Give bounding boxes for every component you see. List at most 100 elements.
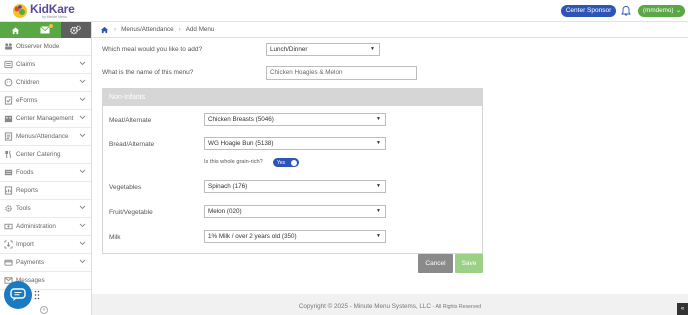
milk-select[interactable]: 1% Milk / over 2 years old (350) ▼ <box>204 230 386 243</box>
sidebar-item-label: Children <box>16 79 40 86</box>
sidebar-item-center-management[interactable]: Center Management <box>0 110 91 128</box>
breadcrumb-menus-attendance[interactable]: Menus/Attendance <box>121 26 174 33</box>
caret-down-icon: ▼ <box>376 208 381 214</box>
chat-button[interactable] <box>4 281 32 309</box>
sidebar-item-menus-attendance[interactable]: Menus/Attendance <box>0 128 91 146</box>
fruit-select-value: Melon (020) <box>208 208 242 215</box>
row-label-vegetables: Vegetables <box>109 184 142 191</box>
import-icon <box>4 240 13 249</box>
eforms-icon <box>4 96 13 105</box>
sidebar-item-label: Menus/Attendance <box>16 133 69 140</box>
menus-icon <box>4 132 13 141</box>
sidebar-item-label: Foods <box>16 169 34 176</box>
bread-select[interactable]: WG Hoagie Bun (5138) ▼ <box>204 137 386 150</box>
sidebar-item-administration[interactable]: Administration <box>0 218 91 236</box>
chevron-down-icon <box>79 259 86 264</box>
breadcrumb-add-menu: Add Menu <box>185 26 215 33</box>
chevron-down-icon <box>79 169 86 174</box>
claims-icon <box>4 60 13 69</box>
whole-grain-question: Is this whole grain-rich? <box>204 159 263 165</box>
sidebar-item-eforms[interactable]: eForms <box>0 92 91 110</box>
center-sponsor-button[interactable]: Center Sponsor <box>561 5 616 17</box>
non-infants-panel: Non-Infants Meat/Alternate Chicken Breas… <box>102 88 483 254</box>
brand-tagline: by Minute Menu <box>42 15 67 19</box>
sidebar-item-label: Tools <box>16 205 31 212</box>
footer-copyright: Copyright © 2025 - Minute Menu Systems, … <box>298 303 431 310</box>
footer: Copyright © 2025 - Minute Menu Systems, … <box>92 298 688 315</box>
payments-icon <box>4 259 13 266</box>
meat-select-value: Chicken Breasts (5046) <box>208 116 274 123</box>
home-tab[interactable] <box>0 22 31 38</box>
sidebar-item-children[interactable]: Children <box>0 74 91 92</box>
chevron-down-icon: ⌄ <box>675 8 681 14</box>
sidebar-item-label: Claims <box>16 61 36 68</box>
vegetables-select[interactable]: Spinach (176) ▼ <box>204 180 386 193</box>
panel-title: Non-Infants <box>103 89 482 106</box>
whole-grain-toggle[interactable]: Yes <box>273 158 299 167</box>
sidebar-nav: Observer Mode Claims Children eForms Center … <box>0 38 91 290</box>
user-name: (mmdemo) <box>643 7 674 14</box>
sidebar-item-payments[interactable]: Payments <box>0 254 91 272</box>
vegetables-select-value: Spinach (176) <box>208 183 248 190</box>
fruit-select[interactable]: Melon (020) ▼ <box>204 205 386 218</box>
chevron-down-icon <box>79 61 86 66</box>
chat-icon <box>10 288 26 301</box>
sidebar-item-label: Import <box>16 241 34 248</box>
cancel-button[interactable]: Cancel <box>418 254 453 273</box>
bell-icon[interactable] <box>620 5 632 17</box>
chevron-down-icon <box>79 133 86 138</box>
chevron-down-icon <box>79 241 86 246</box>
messages-tab[interactable] <box>30 22 61 38</box>
row-label-meat: Meat/Alternate <box>109 117 152 124</box>
children-icon <box>4 78 13 87</box>
milk-select-value: 1% Milk / over 2 years old (350) <box>208 233 297 240</box>
row-label-fruit: Fruit/Vegetable <box>109 209 153 216</box>
menu-name-input[interactable]: Chicken Hoagies & Melon <box>266 66 417 80</box>
sidebar-item-label: Center Management <box>16 115 74 122</box>
caret-down-icon: ▼ <box>376 116 381 122</box>
meal-select[interactable]: Lunch/Dinner ▼ <box>266 43 380 56</box>
logo-mark-icon <box>13 4 27 18</box>
sidebar-item-label: eForms <box>16 97 38 104</box>
top-bar: KidKare by Minute Menu Center Sponsor (m… <box>0 0 688 22</box>
meal-question-label: Which meal would you like to add? <box>102 46 203 53</box>
sidebar-item-label: Payments <box>16 259 44 266</box>
row-label-milk: Milk <box>109 234 121 241</box>
observer-icon <box>4 43 13 50</box>
home-breadcrumb-icon[interactable] <box>100 26 109 34</box>
sidebar-item-center-catering[interactable]: Center Catering <box>0 146 91 164</box>
collapse-sidebar-icon[interactable]: « <box>40 306 48 314</box>
sidebar-item-import[interactable]: Import <box>0 236 91 254</box>
kidkare-logo[interactable]: KidKare by Minute Menu <box>12 2 82 20</box>
sidebar-item-foods[interactable]: Foods <box>0 164 91 182</box>
sidebar-item-claims[interactable]: Claims <box>0 56 91 74</box>
meat-select[interactable]: Chicken Breasts (5046) ▼ <box>204 113 386 126</box>
caret-down-icon: ▼ <box>370 46 375 52</box>
row-label-bread: Bread/Alternate <box>109 141 155 148</box>
drag-handle-icon[interactable] <box>34 290 40 300</box>
bread-select-value: WG Hoagie Bun (5138) <box>208 140 274 147</box>
sidebar-item-reports[interactable]: Reports <box>0 182 91 200</box>
scroll-to-top-icon[interactable]: « <box>677 303 688 315</box>
save-button[interactable]: Save <box>455 254 483 273</box>
user-menu-button[interactable]: (mmdemo) ⌄ <box>638 5 685 17</box>
chevron-down-icon <box>79 115 86 120</box>
sidebar-tabs <box>0 22 91 38</box>
breadcrumb-separator: › <box>178 26 181 33</box>
meal-select-value: Lunch/Dinner <box>270 46 308 53</box>
foods-icon <box>4 169 13 176</box>
sidebar-item-tools[interactable]: Tools <box>0 200 91 218</box>
chevron-down-icon <box>79 79 86 84</box>
menu-name-label: What is the name of this menu? <box>102 69 194 76</box>
chevron-down-icon <box>79 205 86 210</box>
chevron-down-icon <box>79 97 86 102</box>
sidebar-item-observer-mode[interactable]: Observer Mode <box>0 38 91 56</box>
toggle-knob <box>291 160 297 166</box>
caret-down-icon: ▼ <box>376 233 381 239</box>
chevron-down-icon <box>79 223 86 228</box>
sidebar-item-label: Administration <box>16 223 56 230</box>
building-icon <box>4 115 13 123</box>
caret-down-icon: ▼ <box>376 140 381 146</box>
tools-icon <box>5 205 12 212</box>
settings-tab[interactable] <box>60 22 91 38</box>
